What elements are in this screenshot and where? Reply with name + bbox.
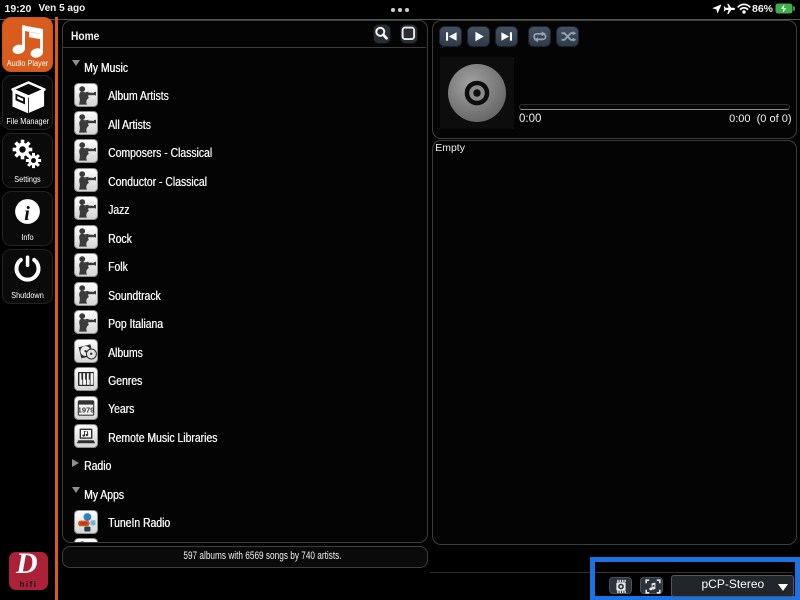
svg-text:i: i xyxy=(24,203,30,225)
svg-text:1979: 1979 xyxy=(78,405,95,414)
